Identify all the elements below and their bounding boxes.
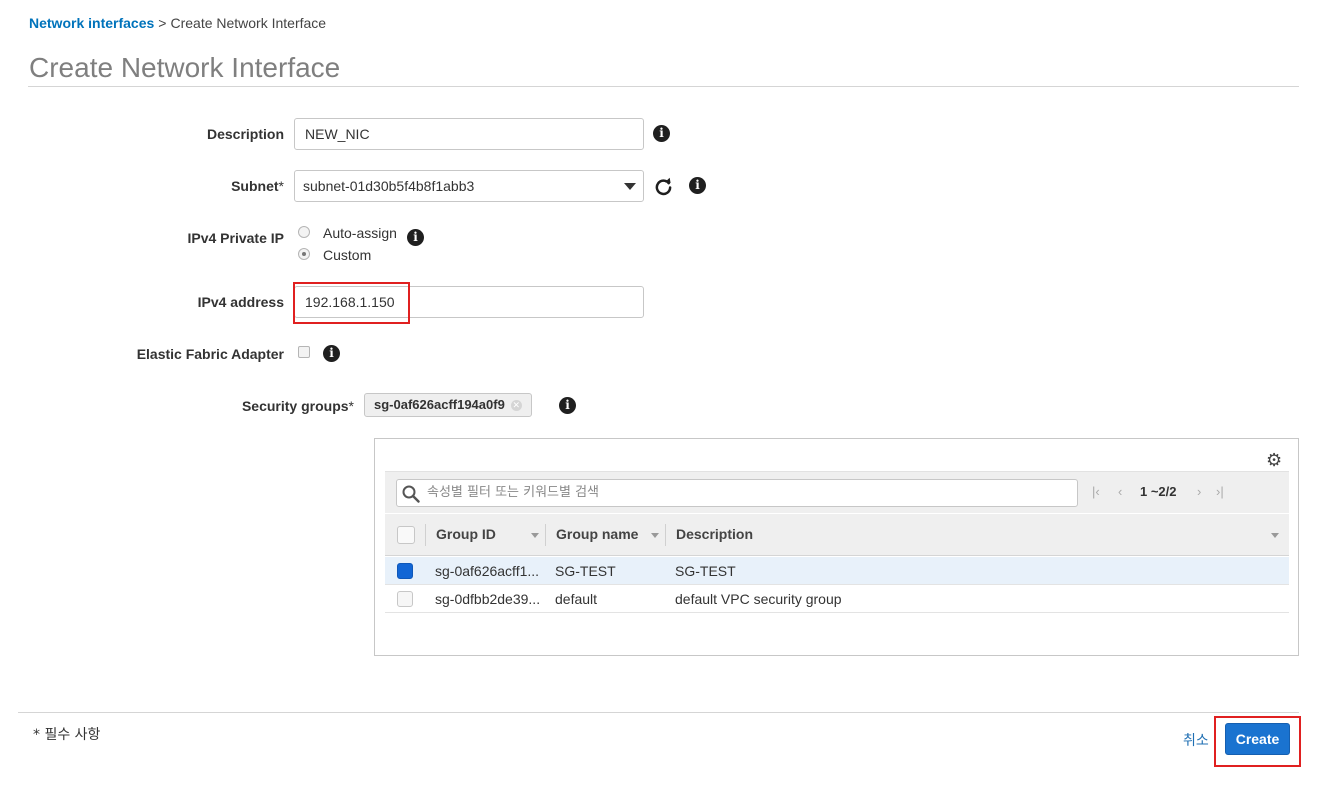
column-divider bbox=[665, 524, 666, 546]
sort-caret-icon[interactable] bbox=[1271, 533, 1279, 538]
page-title: Create Network Interface bbox=[29, 52, 341, 83]
security-group-table-panel: ⚙ 속성별 필터 또는 키워드별 검색 |‹ ‹ 1 ~2/2 › ›| Gro… bbox=[374, 438, 1299, 656]
row-checkbox[interactable] bbox=[397, 591, 413, 607]
breadcrumb-current: Create Network Interface bbox=[170, 15, 327, 31]
breadcrumb-network-interfaces-link[interactable]: Network interfaces bbox=[29, 15, 154, 31]
security-groups-label-text: Security groups bbox=[241, 398, 349, 414]
cell-group-id: sg-0af626acff1... bbox=[435, 563, 540, 579]
description-info-icon[interactable]: i bbox=[653, 125, 670, 142]
subnet-select[interactable]: subnet-01d30b5f4b8f1abb3 bbox=[294, 170, 644, 202]
ipv4-private-ip-label: IPv4 Private IP bbox=[187, 230, 284, 246]
chevron-down-icon bbox=[624, 183, 636, 190]
cell-description: default VPC security group bbox=[675, 591, 842, 607]
table-header: Group ID Group name Description bbox=[385, 514, 1289, 556]
subnet-label: Subnet* bbox=[231, 178, 284, 194]
title-divider bbox=[28, 86, 1299, 87]
ipv4-address-highlight-box bbox=[293, 282, 410, 324]
table-row[interactable]: sg-0af626acff1... SG-TEST SG-TEST bbox=[385, 557, 1289, 585]
column-divider bbox=[425, 524, 426, 546]
page-count: 1 ~2/2 bbox=[1140, 484, 1177, 499]
remove-token-icon[interactable]: ✕ bbox=[510, 400, 522, 411]
row-checkbox[interactable] bbox=[397, 563, 413, 579]
select-all-checkbox[interactable] bbox=[397, 526, 415, 544]
required-note: * 필수 사항 bbox=[33, 727, 101, 743]
security-groups-required-mark: * bbox=[348, 398, 354, 414]
filter-search-input[interactable]: 속성별 필터 또는 키워드별 검색 bbox=[396, 479, 1078, 507]
search-icon bbox=[402, 485, 420, 503]
ipv4-private-ip-info-icon[interactable]: i bbox=[407, 229, 424, 246]
subnet-required-mark: * bbox=[278, 178, 284, 194]
create-highlight-box bbox=[1214, 716, 1301, 767]
subnet-select-value: subnet-01d30b5f4b8f1abb3 bbox=[303, 178, 475, 194]
column-divider bbox=[545, 524, 546, 546]
security-group-token-label: sg-0af626acff194a0f9 bbox=[374, 397, 505, 412]
first-page-icon[interactable]: |‹ bbox=[1092, 484, 1100, 499]
footer-divider bbox=[18, 712, 1299, 713]
column-header-group-name[interactable]: Group name bbox=[556, 526, 638, 542]
security-groups-label: Security groups* bbox=[242, 398, 354, 414]
subnet-label-text: Subnet bbox=[231, 178, 279, 194]
cell-description: SG-TEST bbox=[675, 563, 736, 579]
refresh-icon[interactable] bbox=[654, 177, 673, 196]
column-header-group-id[interactable]: Group ID bbox=[436, 526, 496, 542]
ipv4-address-label: IPv4 address bbox=[197, 294, 284, 310]
efa-info-icon[interactable]: i bbox=[323, 345, 340, 362]
auto-assign-radio[interactable] bbox=[298, 226, 310, 238]
column-header-description[interactable]: Description bbox=[676, 526, 753, 542]
subnet-info-icon[interactable]: i bbox=[689, 177, 706, 194]
security-group-token: sg-0af626acff194a0f9 ✕ bbox=[364, 393, 532, 417]
breadcrumb: Network interfaces > Create Network Interf… bbox=[29, 15, 326, 31]
next-page-icon[interactable]: › bbox=[1197, 484, 1201, 499]
sort-caret-icon[interactable] bbox=[651, 533, 659, 538]
auto-assign-label: Auto-assign bbox=[323, 225, 397, 241]
description-label: Description bbox=[206, 126, 284, 142]
security-groups-info-icon[interactable]: i bbox=[559, 397, 576, 414]
efa-checkbox[interactable] bbox=[298, 346, 310, 358]
cell-group-id: sg-0dfbb2de39... bbox=[435, 591, 541, 607]
breadcrumb-separator: > bbox=[158, 15, 167, 31]
cell-group-name: SG-TEST bbox=[555, 563, 616, 579]
custom-label: Custom bbox=[323, 247, 372, 263]
filter-bar: 속성별 필터 또는 키워드별 검색 |‹ ‹ 1 ~2/2 › ›| bbox=[385, 471, 1289, 513]
cancel-link[interactable]: 취소 bbox=[1183, 730, 1209, 750]
custom-radio[interactable] bbox=[298, 248, 310, 260]
table-row[interactable]: sg-0dfbb2de39... default default VPC sec… bbox=[385, 585, 1289, 613]
prev-page-icon[interactable]: ‹ bbox=[1118, 484, 1122, 499]
description-input[interactable]: NEW_NIC bbox=[294, 118, 644, 150]
sort-caret-icon[interactable] bbox=[531, 533, 539, 538]
cell-group-name: default bbox=[555, 591, 598, 607]
gear-icon[interactable]: ⚙ bbox=[1266, 451, 1282, 469]
efa-label: Elastic Fabric Adapter bbox=[136, 346, 284, 362]
last-page-icon[interactable]: ›| bbox=[1216, 484, 1224, 499]
